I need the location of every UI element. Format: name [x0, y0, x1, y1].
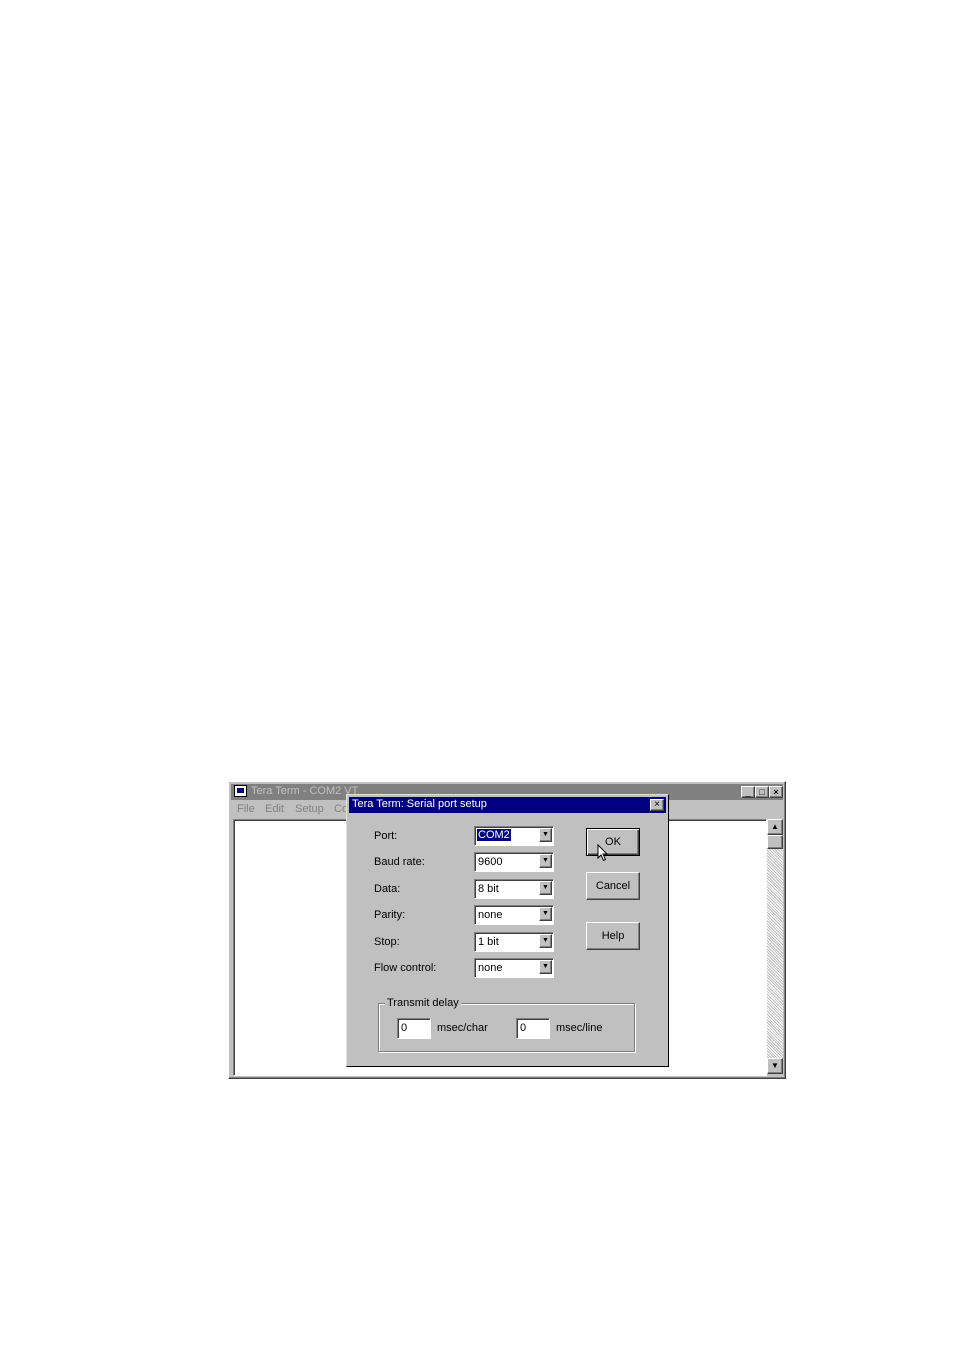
data-bits-label: Data:: [374, 883, 401, 895]
main-window-title: Tera Term - COM2 VT: [251, 785, 359, 797]
menu-edit[interactable]: Edit: [265, 803, 284, 815]
chevron-down-icon[interactable]: ▼: [539, 907, 552, 921]
mouse-pointer-icon: [597, 844, 609, 862]
data-bits-value: 8 bit: [478, 883, 499, 895]
stop-bits-select[interactable]: 1 bit ▼: [474, 932, 554, 952]
serial-port-setup-dialog: Tera Term: Serial port setup × Port: COM…: [346, 794, 669, 1067]
dialog-title-bar: Tera Term: Serial port setup ×: [349, 797, 666, 813]
vertical-scrollbar[interactable]: ▲ ▼: [767, 819, 783, 1074]
menu-setup[interactable]: Setup: [295, 803, 324, 815]
chevron-down-icon[interactable]: ▼: [539, 960, 552, 974]
scroll-thumb[interactable]: [767, 835, 783, 849]
tera-term-app-icon[interactable]: [234, 785, 247, 797]
baud-rate-select[interactable]: 9600 ▼: [474, 852, 554, 872]
port-value: COM2: [476, 828, 512, 842]
menu-file[interactable]: File: [237, 803, 255, 815]
transmit-delay-legend: Transmit delay: [385, 997, 461, 1009]
dialog-title: Tera Term: Serial port setup: [352, 798, 487, 810]
data-bits-select[interactable]: 8 bit ▼: [474, 879, 554, 899]
baud-rate-label: Baud rate:: [374, 856, 425, 868]
msec-per-char-input[interactable]: 0: [397, 1018, 431, 1039]
flow-control-select[interactable]: none ▼: [474, 958, 554, 978]
chevron-down-icon[interactable]: ▼: [539, 828, 552, 842]
flow-control-value: none: [478, 962, 503, 974]
scroll-up-icon[interactable]: ▲: [767, 819, 783, 835]
msec-per-char-label: msec/char: [437, 1022, 488, 1034]
msec-per-line-input[interactable]: 0: [516, 1018, 550, 1039]
flow-control-label: Flow control:: [374, 962, 437, 974]
close-icon[interactable]: ×: [769, 786, 783, 798]
msec-per-line-value: 0: [520, 1022, 527, 1034]
cancel-button[interactable]: Cancel: [586, 872, 640, 900]
chevron-down-icon[interactable]: ▼: [539, 934, 552, 948]
chevron-down-icon[interactable]: ▼: [539, 881, 552, 895]
ok-button[interactable]: OK: [586, 828, 640, 856]
stop-bits-value: 1 bit: [478, 936, 499, 948]
chevron-down-icon[interactable]: ▼: [539, 854, 552, 868]
stop-bits-label: Stop:: [374, 936, 400, 948]
port-select[interactable]: COM2 ▼: [474, 826, 554, 846]
help-button[interactable]: Help: [586, 922, 640, 950]
baud-rate-value: 9600: [478, 856, 503, 868]
parity-label: Parity:: [374, 909, 406, 921]
msec-per-char-value: 0: [401, 1022, 408, 1034]
parity-value: none: [478, 909, 503, 921]
maximize-icon[interactable]: □: [755, 786, 769, 798]
dialog-close-icon[interactable]: ×: [650, 799, 664, 811]
parity-select[interactable]: none ▼: [474, 905, 554, 925]
scroll-down-icon[interactable]: ▼: [767, 1058, 783, 1074]
msec-per-line-label: msec/line: [556, 1022, 603, 1034]
minimize-icon[interactable]: _: [741, 786, 755, 798]
port-label: Port:: [374, 830, 398, 842]
